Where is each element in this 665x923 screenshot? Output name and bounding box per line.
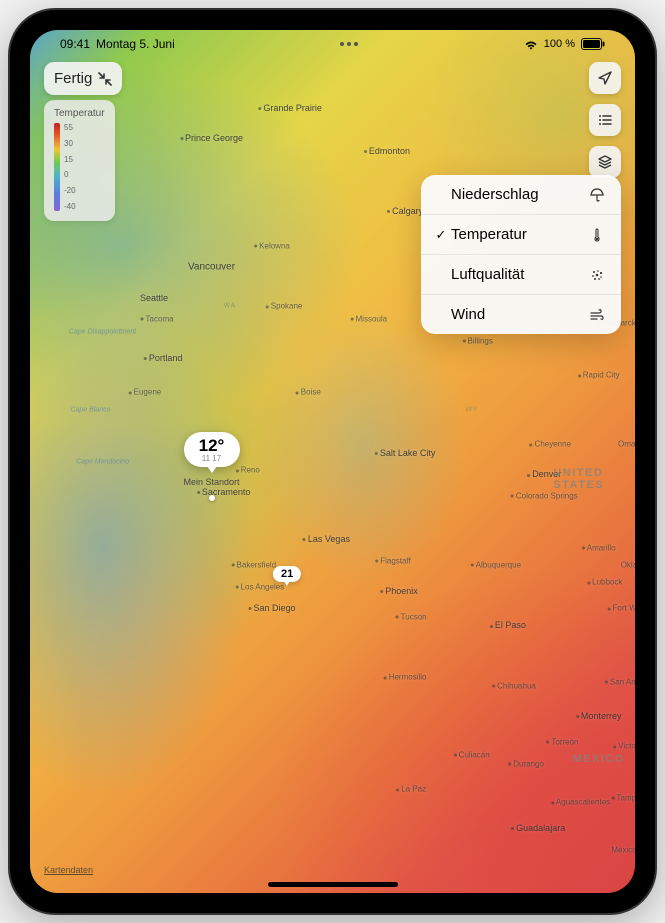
status-left: 09:41 Montag 5. Juni [60,37,175,51]
city-label: Tacoma [141,315,174,324]
state-label: WA [224,303,236,310]
city-label: La Paz [396,785,426,794]
city-label: Culiacán [454,750,490,759]
city-label: Los Angeles [236,582,285,591]
coast-label: Cape Blanco [70,406,110,413]
pin-temperature: 12° [193,436,229,456]
state-label: WY [466,406,478,413]
battery-icon [581,38,605,50]
city-label: El Paso [490,620,526,630]
country-label: UNITED STATES [553,467,607,491]
right-controls [589,62,621,178]
country-label: MEXICO [572,753,624,765]
menu-item-airquality[interactable]: Luftqualität [421,255,621,295]
status-time: 09:41 [60,37,90,51]
done-label: Fertig [54,70,92,87]
pin-label: Mein Standort [183,477,239,487]
city-label: Okla [621,561,635,570]
menu-label: Temperatur [451,226,587,243]
city-label: Hermosillo [384,673,427,682]
city-label: Bakersfield [232,561,277,570]
check-icon: ✓ [431,227,451,243]
status-date: Montag 5. Juni [96,37,175,51]
city-label: Rapid City [578,371,620,380]
menu-item-precipitation[interactable]: Niederschlag [421,175,621,215]
pin-bubble: 12° 11 17 [183,432,239,467]
city-label: Salt Lake City [375,448,436,458]
collapse-icon [98,72,112,86]
city-label: Missoula [351,315,388,324]
city-label: Portland [144,353,183,363]
layers-icon [596,153,614,171]
city-label: Monterrey [576,711,622,721]
city-label: Calgary [387,206,423,216]
home-indicator[interactable] [268,882,398,887]
city-label: Torreón [546,737,578,746]
city-label: Fort Worth [608,604,635,613]
thermometer-icon [587,227,607,243]
menu-label: Niederschlag [451,186,587,203]
city-label: Las Vegas [303,534,350,544]
city-label: Seattle [140,293,168,303]
city-label: San Antonio [605,677,635,686]
location-arrow-icon [596,69,614,87]
map-attribution[interactable]: Kartendaten [44,865,93,875]
city-label: San Diego [248,603,295,613]
city-label: Phoenix [380,586,418,596]
city-label: Eugene [129,388,162,397]
menu-label: Wind [451,306,587,323]
coast-label: Cape Disappointment [69,329,136,336]
city-label: México Ci [611,845,635,854]
status-bar: 09:41 Montag 5. Juni 100 % [30,30,635,58]
wind-icon [587,307,607,323]
location-button[interactable] [589,62,621,94]
top-controls: Fertig [44,62,621,178]
menu-label: Luftqualität [451,266,587,283]
legend-val: -20 [64,186,76,195]
menu-item-temperature[interactable]: ✓ Temperatur [421,215,621,255]
city-label: Spokane [266,302,303,311]
wifi-icon [524,39,538,50]
list-button[interactable] [589,104,621,136]
city-label: Kelowna [254,241,290,250]
screen: 09:41 Montag 5. Juni 100 % Fertig [30,30,635,893]
battery-label: 100 % [544,38,575,50]
umbrella-icon [587,187,607,203]
secondary-pin[interactable]: 21 [273,566,301,582]
my-location-pin[interactable]: 12° 11 17 Mein Standort [183,432,239,487]
small-pin-temp: 21 [273,566,301,582]
city-label: Amarillo [582,543,616,552]
city-label: Victoria [613,742,635,751]
particles-icon [587,267,607,283]
ipad-frame: 09:41 Montag 5. Juni 100 % Fertig [10,10,655,913]
done-button[interactable]: Fertig [44,62,122,95]
list-icon [596,111,614,129]
city-label: Flagstaff [375,556,411,565]
city-label: Sacramento [197,487,251,497]
status-right: 100 % [524,38,605,50]
city-label: Guadalajara [511,823,565,833]
menu-item-wind[interactable]: Wind [421,295,621,334]
city-label: Durango [508,759,544,768]
city-label: Vancouver [188,262,235,273]
city-label: Albuquerque [471,561,521,570]
city-label: Chihuahua [492,681,536,690]
layers-button[interactable] [589,146,621,178]
city-label: Billings [463,336,493,345]
layer-menu: Niederschlag ✓ Temperatur Luftqualität [421,175,621,334]
multitasking-dots[interactable] [175,42,524,46]
pin-dot [209,495,215,501]
city-label: Colorado Springs [511,492,578,501]
city-label: Cheyenne [530,440,571,449]
legend-val: -40 [64,202,76,211]
city-label: Oman [618,440,635,449]
city-label: Tampico [612,794,635,803]
city-label: Boise [296,388,321,397]
city-label: Tucson [396,612,427,621]
coast-label: Cape Mendocino [76,458,129,465]
city-label: Aguascalientes [551,798,610,807]
city-label: Lubbock [587,578,622,587]
